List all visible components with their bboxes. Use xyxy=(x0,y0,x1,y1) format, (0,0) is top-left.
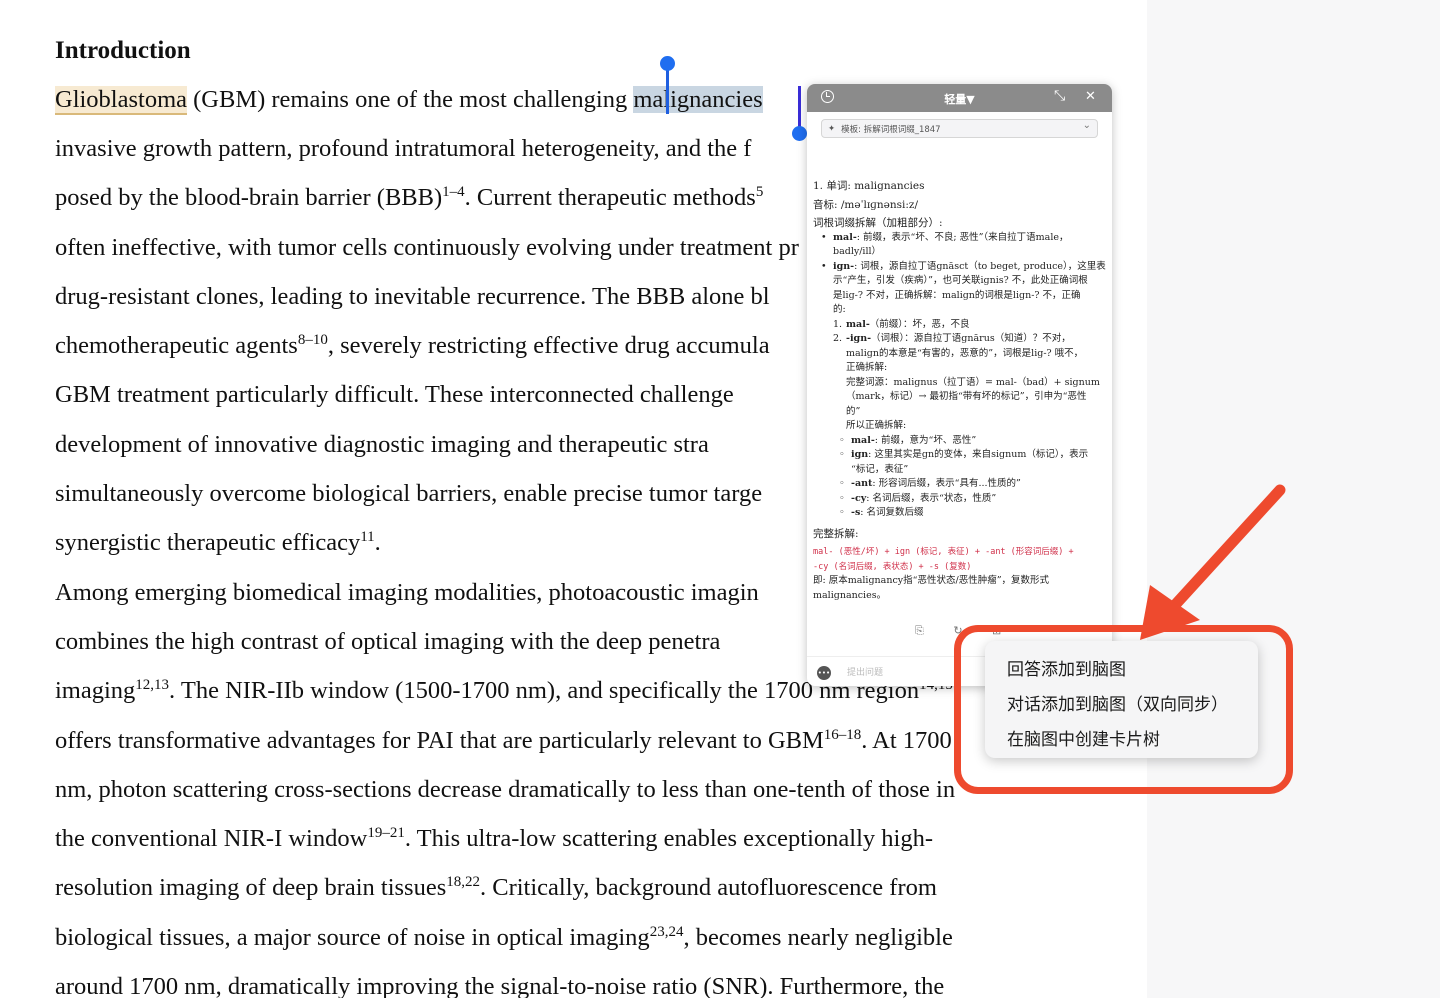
annotation-arrow-icon xyxy=(1140,484,1286,640)
